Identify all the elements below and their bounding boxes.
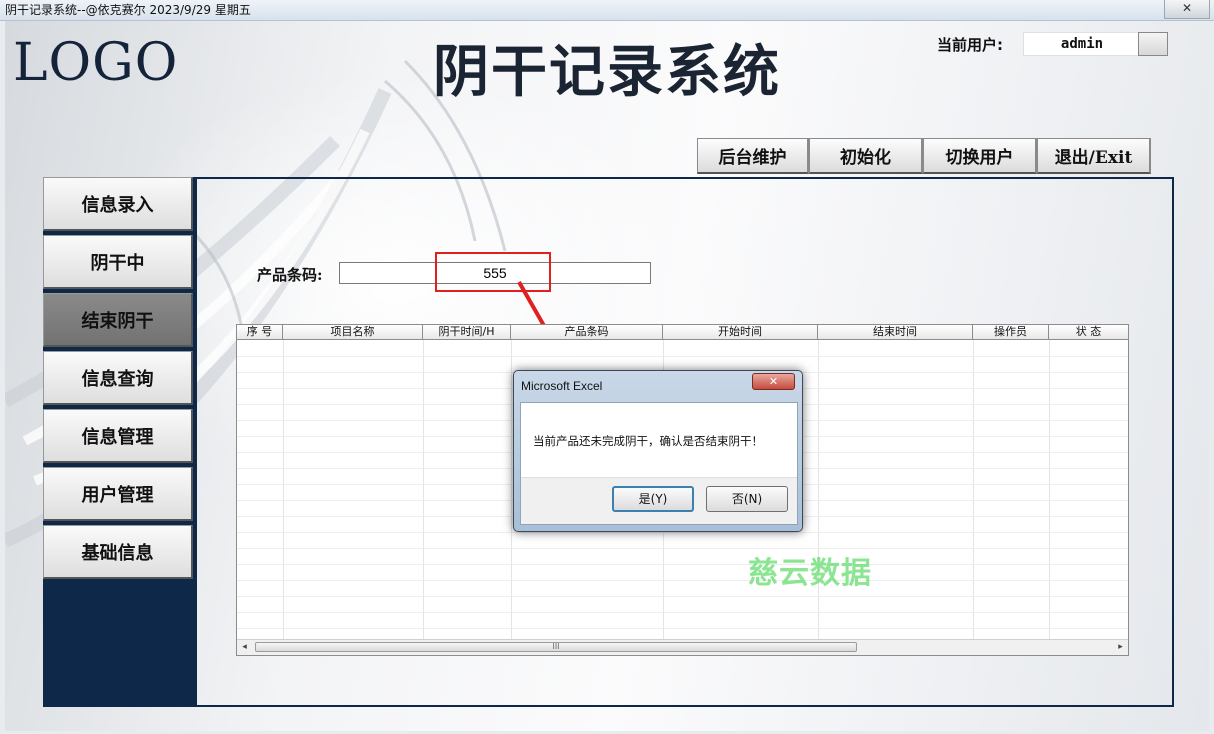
initialize-button[interactable]: 初始化: [809, 138, 923, 174]
sidebar-item-user-management[interactable]: 用户管理: [43, 467, 193, 521]
sidebar-item-drying[interactable]: 阴干中: [43, 235, 193, 289]
switch-user-button[interactable]: 切换用户: [923, 138, 1037, 174]
backend-maintenance-button[interactable]: 后台维护: [697, 138, 809, 174]
dialog-title: Microsoft Excel: [521, 379, 603, 393]
dialog-body: 当前产品还未完成阴干，确认是否结束阴干！ 是(Y) 否(N): [520, 402, 798, 525]
window-close-button[interactable]: ✕: [1164, 0, 1210, 19]
scrollbar-thumb[interactable]: III: [255, 642, 857, 652]
window-title: 阴干记录系统--@依克赛尔 2023/9/29 星期五: [5, 3, 251, 17]
scroll-left-arrow-icon[interactable]: ◂: [237, 640, 252, 655]
horizontal-scrollbar[interactable]: ◂ III ▸: [237, 639, 1128, 655]
column-header-end-time[interactable]: 结束时间: [818, 325, 973, 340]
no-button[interactable]: 否(N): [706, 486, 788, 512]
column-header-project[interactable]: 项目名称: [283, 325, 423, 340]
column-header-status[interactable]: 状 态: [1049, 325, 1128, 340]
page-title: 阴干记录系统: [433, 39, 781, 105]
table-header: 序 号 项目名称 阴干时间/H 产品条码 开始时间 结束时间 操作员 状 态: [237, 325, 1128, 340]
close-icon: ✕: [1181, 1, 1193, 15]
logo: LOGO: [13, 33, 179, 93]
yes-button[interactable]: 是(Y): [612, 486, 694, 512]
current-user-field: admin: [1023, 32, 1141, 56]
sidebar-item-basic-info[interactable]: 基础信息: [43, 525, 193, 579]
sidebar-item-info-query[interactable]: 信息查询: [43, 351, 193, 405]
window-titlebar: 阴干记录系统--@依克赛尔 2023/9/29 星期五 ✕: [0, 0, 1214, 21]
column-header-drying-hours[interactable]: 阴干时间/H: [423, 325, 511, 340]
sidebar: 信息录入 阴干中 结束阴干 信息查询 信息管理 用户管理 基础信息: [43, 177, 195, 707]
watermark: 慈云数据: [748, 556, 872, 591]
toolbar: 后台维护 初始化 切换用户 退出/Exit: [697, 138, 1151, 174]
exit-button[interactable]: 退出/Exit: [1037, 138, 1151, 174]
column-header-start-time[interactable]: 开始时间: [663, 325, 818, 340]
close-icon: ✕: [768, 375, 779, 388]
sidebar-item-end-drying[interactable]: 结束阴干: [43, 293, 193, 347]
scroll-grip-icon: III: [552, 642, 560, 651]
highlight-annotation: [435, 252, 551, 292]
column-header-operator[interactable]: 操作员: [973, 325, 1049, 340]
message-dialog: Microsoft Excel ✕ 当前产品还未完成阴干，确认是否结束阴干！ 是…: [513, 370, 803, 532]
current-user-label: 当前用户:: [937, 36, 1003, 54]
scroll-right-arrow-icon[interactable]: ▸: [1113, 640, 1128, 655]
column-header-barcode[interactable]: 产品条码: [511, 325, 663, 340]
barcode-label: 产品条码:: [257, 266, 323, 284]
sidebar-item-info-management[interactable]: 信息管理: [43, 409, 193, 463]
user-dropdown-button[interactable]: [1138, 32, 1168, 56]
sidebar-item-info-entry[interactable]: 信息录入: [43, 177, 193, 231]
dialog-message: 当前产品还未完成阴干，确认是否结束阴干！: [533, 434, 763, 448]
dialog-close-button[interactable]: ✕: [752, 373, 795, 390]
column-header-index[interactable]: 序 号: [237, 325, 283, 340]
dialog-footer: 是(Y) 否(N): [521, 477, 797, 524]
